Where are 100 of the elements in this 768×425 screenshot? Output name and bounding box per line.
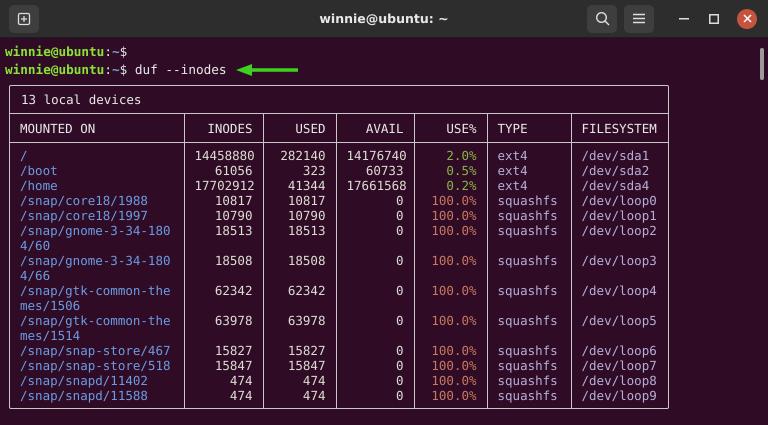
table-cell: 10790 [214, 208, 252, 223]
table-cell: squashfs [498, 193, 558, 208]
table-cell-text: /boot [20, 163, 59, 178]
table-cell: 0 [396, 313, 404, 328]
table-cell: 100.0% [431, 208, 476, 223]
table-cell: 474 [302, 373, 326, 388]
table-cell: ext4 [498, 163, 528, 178]
table-cell: 0 [396, 388, 404, 403]
minimize-icon [679, 18, 689, 20]
prompt-symbol: $ [120, 43, 128, 61]
table-cell: 0 [396, 358, 404, 373]
table-cell: squashfs [498, 313, 558, 328]
table-cell: squashfs [498, 358, 558, 373]
table-cell: 18508 [288, 253, 326, 268]
table-cell: /dev/loop6 [582, 343, 657, 358]
table-cell: 100.0% [431, 223, 476, 238]
table-cell: /dev/loop3 [582, 253, 657, 268]
table-cell: 61056 [214, 163, 252, 178]
column-header: USE% [446, 120, 476, 136]
table-cell: squashfs [498, 223, 558, 238]
prompt-user: winnie@ubuntu [5, 61, 104, 79]
table-cell-text: /home [20, 178, 59, 193]
close-button[interactable] [737, 8, 757, 28]
prompt-path: ~ [112, 43, 120, 61]
table-cell: 100.0% [431, 358, 476, 373]
column-header: AVAIL [366, 120, 404, 136]
menu-button[interactable] [624, 4, 654, 32]
table-cell: 0 [396, 193, 404, 208]
table-cell: 14176740 [346, 148, 407, 163]
search-button[interactable] [587, 4, 617, 32]
table-cell: squashfs [498, 253, 558, 268]
scrollbar[interactable] [760, 48, 764, 80]
table-cell: 100.0% [431, 313, 476, 328]
table-cell: 0.5% [446, 163, 476, 178]
table-cell: /dev/loop7 [582, 358, 657, 373]
table-cell: squashfs [498, 283, 558, 298]
table-cell: 282140 [280, 148, 326, 163]
column-header: FILESYSTEM [582, 120, 657, 136]
table-cell: 0 [396, 343, 404, 358]
table-cell: 18513 [214, 223, 252, 238]
table-cell: 15847 [288, 358, 326, 373]
prompt-separator: : [104, 61, 112, 79]
table-cell: 15847 [214, 358, 252, 373]
prompt-symbol: $ [120, 61, 128, 79]
table-cell: 474 [230, 388, 252, 403]
table-cell: 17661568 [346, 178, 407, 193]
table-cell: 0 [396, 253, 404, 268]
table-cell-text: /snap/snapd/11588 [20, 388, 149, 403]
table-cell: 63978 [214, 313, 252, 328]
table-cell: 10790 [288, 208, 326, 223]
table-cell: /snap/gtk-common-themes/1506 [20, 283, 170, 313]
table-cell: /dev/sda1 [582, 148, 650, 163]
new-tab-button[interactable] [9, 4, 39, 32]
table-cell: /dev/sda4 [582, 178, 650, 193]
prompt-user: winnie@ubuntu [5, 43, 104, 61]
table-cell: /dev/loop8 [582, 373, 657, 388]
table-cell: 100.0% [431, 373, 476, 388]
table-cell: 41344 [288, 178, 326, 193]
table-cell: 100.0% [431, 283, 476, 298]
table-cell: /snap/snap-store/518 [20, 358, 170, 373]
table-cell: 14458880 [194, 148, 255, 163]
search-icon [594, 11, 610, 26]
table-cell: /dev/loop2 [582, 223, 657, 238]
table-cell: squashfs [498, 388, 558, 403]
table-title: 13 local devices [21, 92, 142, 107]
table-cell: /dev/loop4 [582, 283, 657, 298]
table-cell: 60733 [366, 163, 404, 178]
table-cell: 17702912 [194, 178, 255, 193]
column-header: MOUNTED ON [20, 120, 96, 136]
column-header: INODES [207, 120, 252, 136]
table-cell: 0 [396, 223, 404, 238]
table-cell: squashfs [498, 343, 558, 358]
table-cell-text: / [20, 148, 29, 163]
prompt-path: ~ [112, 61, 120, 79]
table-cell: 0 [396, 373, 404, 388]
table-cell: 100.0% [431, 193, 476, 208]
table-cell: /snap/gnome-3-34-1804/60 [20, 223, 170, 253]
table-cell: 10817 [288, 193, 326, 208]
table-cell: 10817 [214, 193, 252, 208]
table-cell: 0 [396, 208, 404, 223]
arrow-icon [236, 64, 298, 76]
table-cell: /snap/snap-store/467 [20, 343, 170, 358]
table-cell: 0.2% [446, 178, 476, 193]
maximize-icon [709, 14, 719, 24]
table-cell: /dev/loop1 [582, 208, 657, 223]
table-cell: 18508 [214, 253, 252, 268]
table-cell: /dev/loop5 [582, 313, 657, 328]
table-cell: /dev/sda2 [582, 163, 650, 178]
table-cell: 2.0% [446, 148, 476, 163]
table-cell: /dev/loop0 [582, 193, 657, 208]
table-cell: squashfs [498, 208, 558, 223]
command-text: duf --inodes [134, 61, 227, 79]
table-cell: /snap/gtk-common-themes/1514 [20, 313, 170, 343]
table-cell: 323 [302, 163, 326, 178]
table-cell-text: /snap/core18/1997 [20, 208, 149, 223]
table-cell: 100.0% [431, 388, 476, 403]
table-cell-text: /snap/snapd/11402 [20, 373, 149, 388]
table-cell: 62342 [214, 283, 252, 298]
column-header: TYPE [498, 120, 528, 136]
menu-icon [633, 13, 645, 24]
